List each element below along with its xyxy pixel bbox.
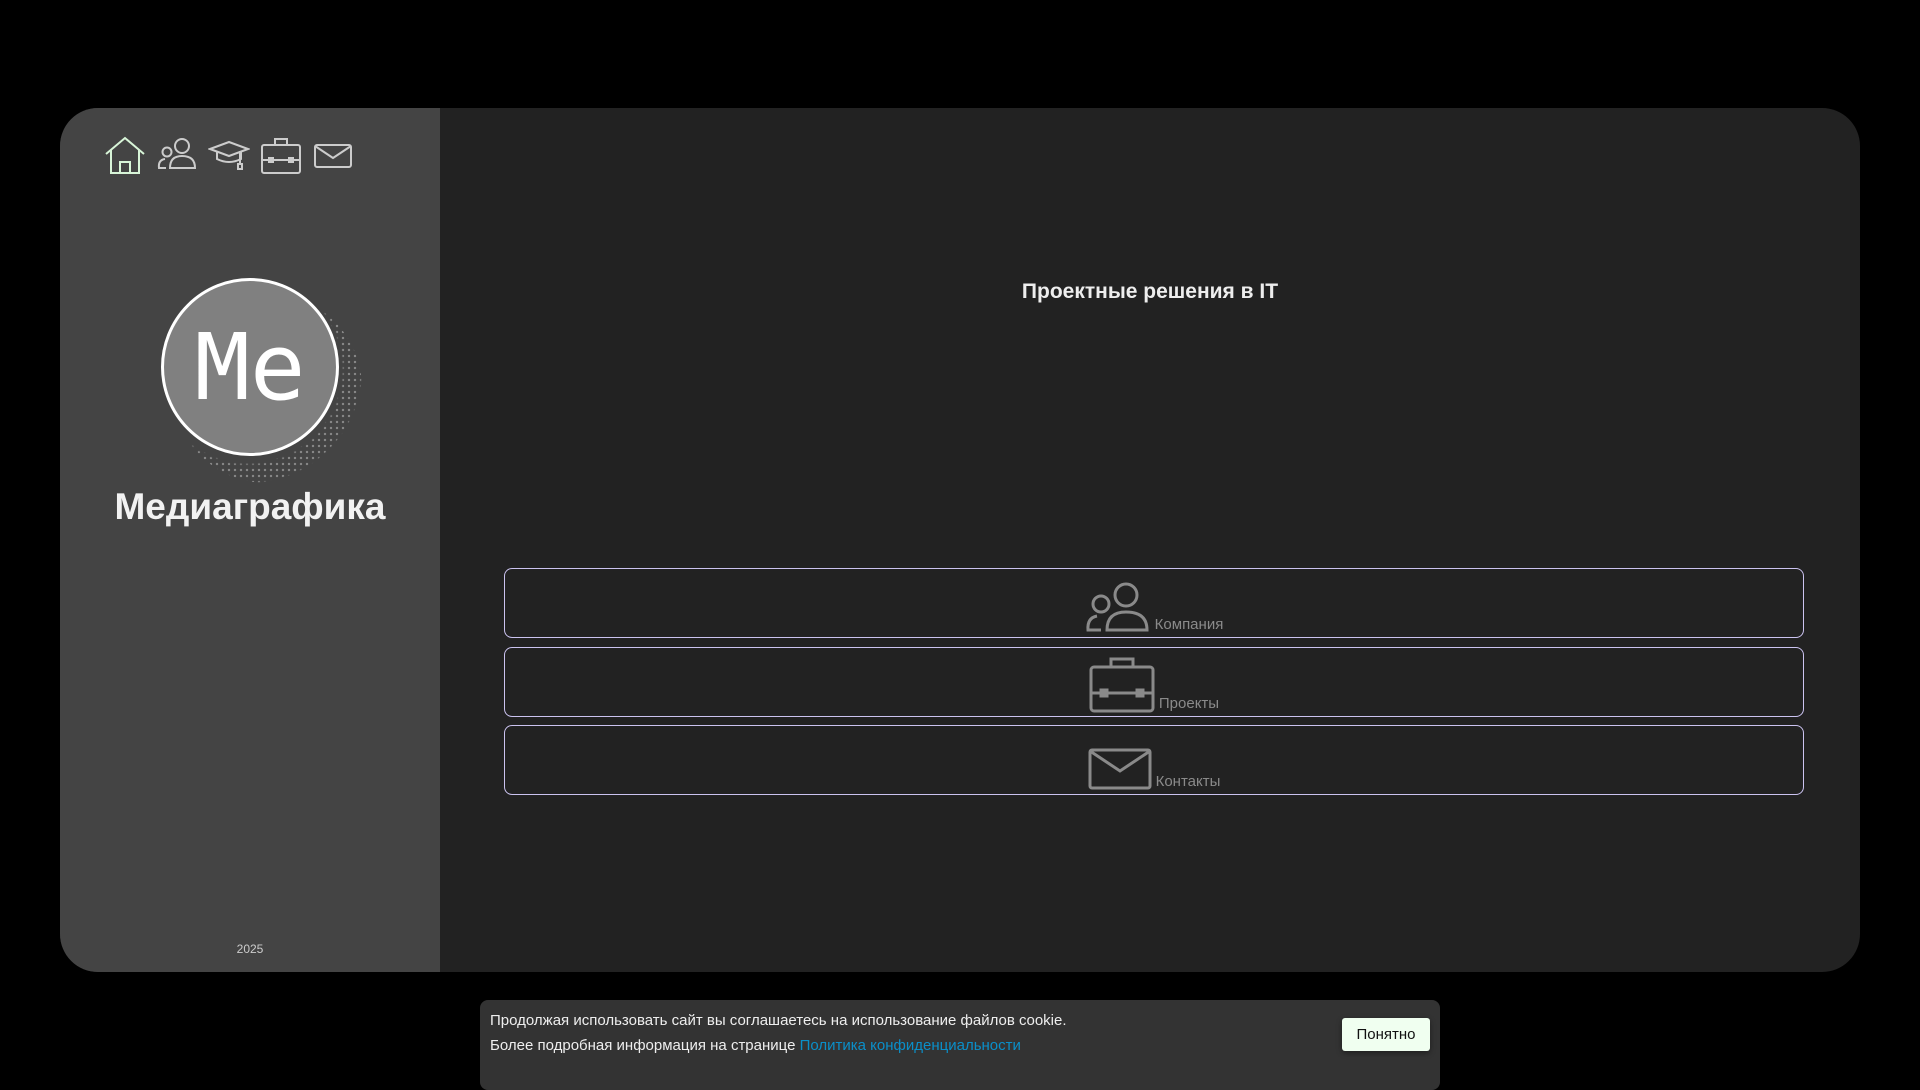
cookie-banner: Продолжая использовать сайт вы соглашает…	[480, 1000, 1440, 1090]
avatar: Me	[161, 278, 339, 456]
briefcase-icon	[1089, 657, 1155, 713]
year: 2025	[236, 942, 264, 956]
mail-icon	[1088, 748, 1152, 790]
projects-label: Проекты	[1158, 695, 1220, 712]
top-nav	[104, 136, 354, 176]
cookie-more-info: Более подробная информация на странице П…	[490, 1037, 1430, 1054]
briefcase-icon[interactable]	[260, 136, 302, 176]
company-label: Компания	[1154, 616, 1224, 633]
contacts-button[interactable]: Контакты	[504, 725, 1804, 795]
cookie-more-text: Более подробная информация на странице	[490, 1037, 796, 1054]
graduation-cap-icon[interactable]	[207, 136, 251, 176]
brand-name: Медиаграфика	[114, 486, 386, 527]
main-content: Проектные решения в IT Компания Проекты …	[440, 108, 1860, 972]
users-icon	[1086, 582, 1149, 632]
cookie-text: Продолжая использовать сайт вы соглашает…	[490, 1012, 1067, 1029]
main-card: Me Медиаграфика 2025 Проектные решения в…	[60, 108, 1860, 972]
privacy-policy-link[interactable]: Политика конфиденциальности	[800, 1037, 1021, 1054]
home-icon[interactable]	[104, 136, 146, 176]
company-button[interactable]: Компания	[504, 568, 1804, 638]
sidebar: Me Медиаграфика 2025	[60, 108, 440, 972]
contacts-label: Контакты	[1155, 773, 1221, 790]
cookie-accept-button[interactable]: Понятно	[1342, 1018, 1430, 1051]
avatar-text: Me	[194, 313, 306, 421]
users-icon[interactable]	[156, 136, 198, 176]
page-title: Проектные решения в IT	[1021, 280, 1279, 303]
projects-button[interactable]: Проекты	[504, 647, 1804, 717]
mail-icon[interactable]	[312, 136, 354, 176]
